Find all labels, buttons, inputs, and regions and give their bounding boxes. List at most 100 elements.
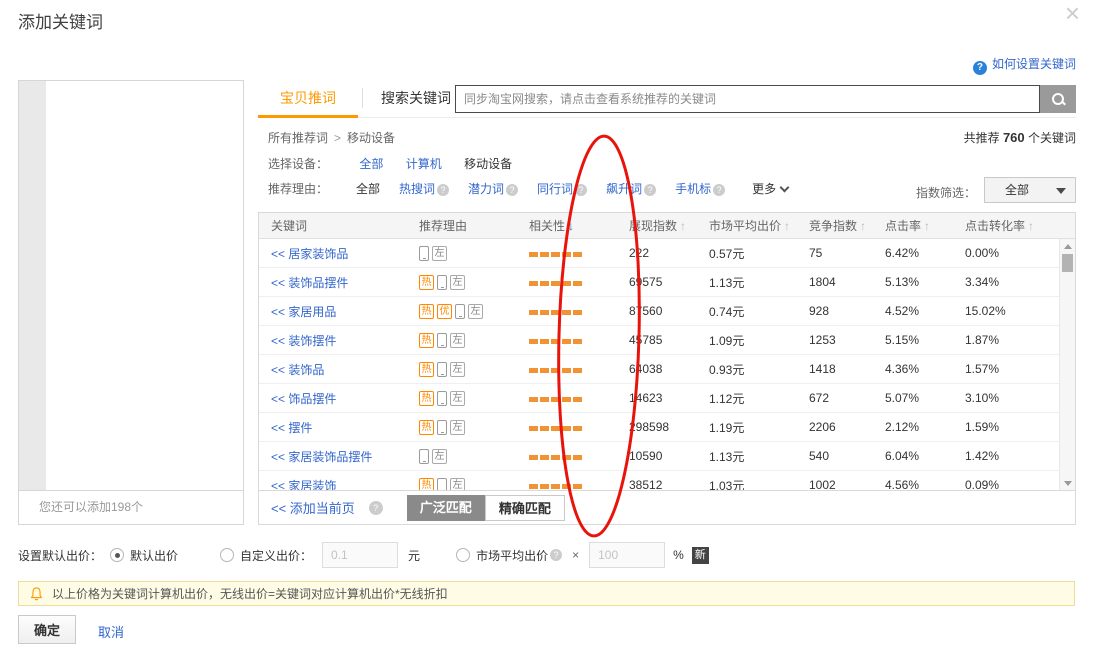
keyword-link[interactable]: << 家居用品 — [271, 305, 336, 319]
device-option-mobile[interactable]: 移动设备 — [464, 157, 512, 171]
badge-left: 左 — [450, 362, 465, 377]
help-circle-icon[interactable]: ? — [550, 549, 562, 561]
help-link[interactable]: ?如何设置关键词 — [973, 55, 1076, 75]
relevance-bars — [529, 304, 629, 318]
column-header[interactable]: 点击率↑ — [885, 217, 965, 234]
impressions-cell: 14623 — [629, 391, 709, 405]
breadcrumb-root[interactable]: 所有推荐词 — [268, 131, 328, 145]
column-header[interactable]: 相关性↓ — [529, 217, 629, 234]
reason-option[interactable]: 热搜词? — [399, 182, 449, 196]
reason-badges-cell: 左 — [419, 449, 529, 464]
relevance-bars — [529, 391, 629, 405]
impressions-cell: 69575 — [629, 275, 709, 289]
keywords-table: 关键词推荐理由相关性↓展现指数↑市场平均出价↑竞争指数↑点击率↑点击转化率↑ <… — [258, 212, 1076, 525]
add-current-page-link[interactable]: << 添加当前页 — [271, 498, 355, 517]
keyword-link[interactable]: << 装饰品摆件 — [271, 276, 348, 290]
device-option-all[interactable]: 全部 — [359, 157, 383, 171]
badge-hot: 热 — [419, 420, 434, 435]
relevance-bar-icon — [573, 339, 582, 344]
relevance-bar-icon — [562, 252, 571, 257]
keyword-cell: << 装饰品 — [259, 361, 419, 378]
reason-option[interactable]: 飙升词? — [606, 182, 656, 196]
exact-match-button[interactable]: 精确匹配 — [485, 495, 565, 521]
reason-badges-cell: 热左 — [419, 391, 529, 406]
more-filters[interactable]: 更多 — [752, 182, 788, 196]
reason-option[interactable]: 全部 — [356, 182, 380, 196]
mobile-device-icon — [437, 478, 447, 492]
impressions-cell: 10590 — [629, 449, 709, 463]
new-feature-badge: 新 — [692, 547, 709, 564]
relevance-bar-icon — [562, 455, 571, 460]
scroll-up-icon[interactable] — [1064, 244, 1072, 249]
column-header-label: 展现指数 — [629, 219, 677, 233]
radio-custom-bid[interactable] — [220, 548, 234, 562]
relevance-bar-icon — [529, 397, 538, 402]
reason-option[interactable]: 手机标? — [675, 182, 725, 196]
close-icon[interactable]: × — [1065, 0, 1080, 26]
device-option-computer[interactable]: 计算机 — [406, 157, 442, 171]
badge-hot: 热 — [419, 391, 434, 406]
index-filter-dropdown[interactable]: 全部 — [984, 177, 1076, 203]
relevance-bar-icon — [540, 368, 549, 373]
breadcrumb-current: 移动设备 — [347, 131, 395, 145]
reason-badges-cell: 热左 — [419, 275, 529, 290]
help-circle-icon[interactable]: ? — [369, 501, 383, 515]
column-header[interactable]: 市场平均出价↑ — [709, 217, 809, 234]
market-percent-input[interactable] — [589, 542, 665, 568]
radio-default-bid[interactable] — [110, 548, 124, 562]
keyword-link[interactable]: << 摆件 — [271, 421, 312, 435]
keyword-link[interactable]: << 装饰品 — [271, 363, 324, 377]
keyword-search-input[interactable] — [455, 85, 1040, 113]
custom-bid-input[interactable] — [322, 542, 398, 568]
table-row: << 家居装饰热左385121.03元10024.56%0.09% — [259, 471, 1075, 491]
relevance-bar-icon — [540, 426, 549, 431]
avg-bid-cell: 1.12元 — [709, 390, 809, 407]
help-link-label: 如何设置关键词 — [992, 57, 1076, 71]
relevance-bar-icon — [540, 310, 549, 315]
selected-keywords-panel: 您还可以添加198个 — [18, 80, 244, 525]
relevance-bars — [529, 333, 629, 347]
relevance-bar-icon — [573, 281, 582, 286]
tab-product-recommend[interactable]: 宝贝推词 — [258, 88, 358, 108]
relevance-bars — [529, 275, 629, 289]
keyword-link[interactable]: << 居家装饰品 — [271, 247, 348, 261]
help-circle-icon[interactable]: ? — [713, 184, 725, 196]
search-button[interactable] — [1040, 85, 1076, 113]
reason-filter-label: 推荐理由： — [268, 180, 356, 197]
scrollbar-thumb[interactable] — [1062, 254, 1073, 272]
radio-market-avg-bid[interactable] — [456, 548, 470, 562]
reason-option[interactable]: 潜力词? — [468, 182, 518, 196]
help-circle-icon[interactable]: ? — [644, 184, 656, 196]
column-header[interactable]: 点击转化率↑ — [965, 217, 1075, 234]
avg-bid-cell: 1.03元 — [709, 477, 809, 492]
sort-desc-icon: ↓ — [568, 219, 574, 233]
column-header[interactable]: 竞争指数↑ — [809, 217, 885, 234]
relevance-bar-icon — [551, 484, 560, 489]
competition-cell: 75 — [809, 246, 885, 260]
impressions-cell: 298598 — [629, 420, 709, 434]
relevance-bar-icon — [540, 281, 549, 286]
index-filter-label: 指数筛选： — [916, 184, 976, 201]
help-circle-icon[interactable]: ? — [506, 184, 518, 196]
help-circle-icon[interactable]: ? — [575, 184, 587, 196]
cancel-link[interactable]: 取消 — [98, 622, 124, 641]
column-header[interactable]: 展现指数↑ — [629, 217, 709, 234]
relevance-bar-icon — [540, 252, 549, 257]
scroll-down-icon[interactable] — [1064, 481, 1072, 486]
keyword-link[interactable]: << 饰品摆件 — [271, 392, 336, 406]
keyword-link[interactable]: << 装饰摆件 — [271, 334, 336, 348]
tab-search-keywords[interactable]: 搜索关键词 — [368, 88, 464, 108]
relevance-bar-icon — [551, 397, 560, 402]
ctr-cell: 5.13% — [885, 275, 965, 289]
badge-left: 左 — [432, 449, 447, 464]
column-header: 关键词 — [259, 217, 419, 234]
keyword-link[interactable]: << 家居装饰品摆件 — [271, 450, 372, 464]
table-scrollbar[interactable] — [1059, 239, 1075, 491]
avg-bid-cell: 0.74元 — [709, 303, 809, 320]
broad-match-button[interactable]: 广泛匹配 — [407, 495, 485, 521]
confirm-button[interactable]: 确定 — [18, 615, 76, 644]
reason-option[interactable]: 同行词? — [537, 182, 587, 196]
help-circle-icon[interactable]: ? — [437, 184, 449, 196]
selected-keywords-area[interactable] — [19, 81, 243, 490]
sort-asc-icon: ↑ — [680, 219, 686, 233]
